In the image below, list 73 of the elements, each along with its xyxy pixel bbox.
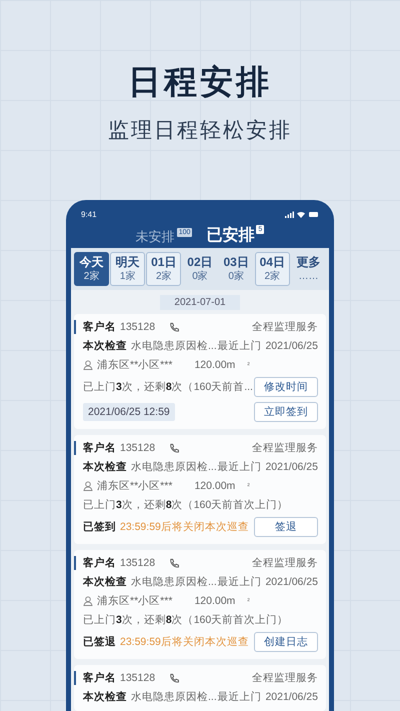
inspection-label: 本次检查 xyxy=(83,460,127,474)
area-unit: ² xyxy=(247,482,250,490)
action-button[interactable]: 创建日志 xyxy=(254,632,318,652)
countdown-text: 23:59:59后将关闭本次巡查 xyxy=(120,520,249,534)
address-text: 浦东区**小区*** xyxy=(97,358,172,372)
inspection-label: 本次检查 xyxy=(83,575,127,589)
promo-subtitle: 监理日程轻松安排 xyxy=(108,118,292,144)
day-tab[interactable]: 01日 2家 xyxy=(146,252,182,286)
last-visit-label: 最近上门 xyxy=(217,339,262,353)
person-icon xyxy=(83,360,93,370)
person-icon xyxy=(83,596,93,606)
last-visit-label: 最近上门 xyxy=(217,575,262,589)
last-visit-date: 2021/06/25 xyxy=(265,576,318,588)
day-tab[interactable]: 明天 1家 xyxy=(110,252,146,286)
area-text: 120.00m xyxy=(194,595,236,607)
customer-label: 客户名 xyxy=(83,441,116,455)
phone-icon[interactable] xyxy=(169,672,180,684)
date-header: 2021-07-01 xyxy=(160,295,240,310)
inspection-label: 本次检查 xyxy=(83,690,127,704)
inspection-text: 水电隐患原因检... xyxy=(131,690,217,704)
appointment-time: 2021/06/25 12:59 xyxy=(83,403,175,421)
day-tab[interactable]: 今天 2家 xyxy=(74,252,109,286)
day-tab[interactable]: 02日 0家 xyxy=(182,252,218,286)
schedule-tab[interactable]: 已安排 $^{5}$ xyxy=(206,225,264,246)
action-button[interactable]: 签退 xyxy=(254,517,318,537)
address-text: 浦东区**小区*** xyxy=(97,479,172,493)
area-unit: ² xyxy=(247,598,250,604)
promo-title: 日程安排 xyxy=(128,62,272,102)
schedule-tab[interactable]: 未安排 $^{100}$ xyxy=(136,228,192,246)
customer-id: 135128 xyxy=(120,321,156,333)
service-type: 全程监理服务 xyxy=(252,671,318,685)
phone-icon[interactable] xyxy=(169,442,180,454)
status-icons xyxy=(285,210,319,218)
phone-icon[interactable] xyxy=(169,558,180,568)
service-type: 全程监理服务 xyxy=(252,556,318,570)
status-time: 9:41 xyxy=(81,210,97,219)
inspection-label: 本次检查 xyxy=(83,339,127,353)
inspection-text: 水电隐患原因检... xyxy=(131,339,217,353)
status-label: 已签到 xyxy=(83,520,116,534)
customer-label: 客户名 xyxy=(83,671,116,685)
service-type: 全程监理服务 xyxy=(252,441,318,455)
schedule-card[interactable]: 客户名 135128 全程监理服务 本次检查 水电隐患原因检...最近上门 2021/06/25 xyxy=(74,665,326,711)
inspection-text: 水电隐患原因检... xyxy=(131,460,217,474)
customer-label: 客户名 xyxy=(83,320,116,334)
visit-count-text: 已上门3次，还剩8次（160天前首次上门） xyxy=(83,613,288,627)
last-visit-label: 最近上门 xyxy=(217,690,262,704)
last-visit-date: 2021/06/25 xyxy=(265,691,318,703)
area-unit: ² xyxy=(247,362,250,368)
status-label: 已签退 xyxy=(83,635,116,649)
address-text: 浦东区**小区*** xyxy=(97,594,172,608)
count-badge: 5 xyxy=(256,225,264,234)
action-button[interactable]: 立即签到 xyxy=(254,402,318,422)
customer-id: 135128 xyxy=(120,672,156,684)
day-tab[interactable]: 03日 0家 xyxy=(218,252,254,286)
service-type: 全程监理服务 xyxy=(252,320,318,334)
action-button[interactable]: 修改时间 xyxy=(254,377,318,397)
customer-label: 客户名 xyxy=(83,556,116,570)
person-icon xyxy=(83,481,93,491)
inspection-text: 水电隐患原因检... xyxy=(131,575,217,589)
last-visit-date: 2021/06/25 xyxy=(265,461,318,473)
area-text: 120.00m xyxy=(194,480,236,492)
last-visit-date: 2021/06/25 xyxy=(265,340,318,352)
customer-id: 135128 xyxy=(120,442,156,454)
visit-count-text: 已上门3次，还剩8次（160天前首次上门） xyxy=(83,498,288,512)
day-tab[interactable]: 04日 2家 xyxy=(254,252,290,286)
phone-icon[interactable] xyxy=(169,322,180,332)
visit-count-text: 已上门3次，还剩8次（160天前首... xyxy=(83,380,253,394)
last-visit-label: 最近上门 xyxy=(217,460,262,474)
day-tab[interactable]: 更多 …… xyxy=(290,252,326,286)
count-badge: 100 xyxy=(176,228,192,237)
area-text: 120.00m xyxy=(194,359,236,371)
customer-id: 135128 xyxy=(120,557,156,569)
countdown-text: 23:59:59后将关闭本次巡查 xyxy=(120,635,249,649)
